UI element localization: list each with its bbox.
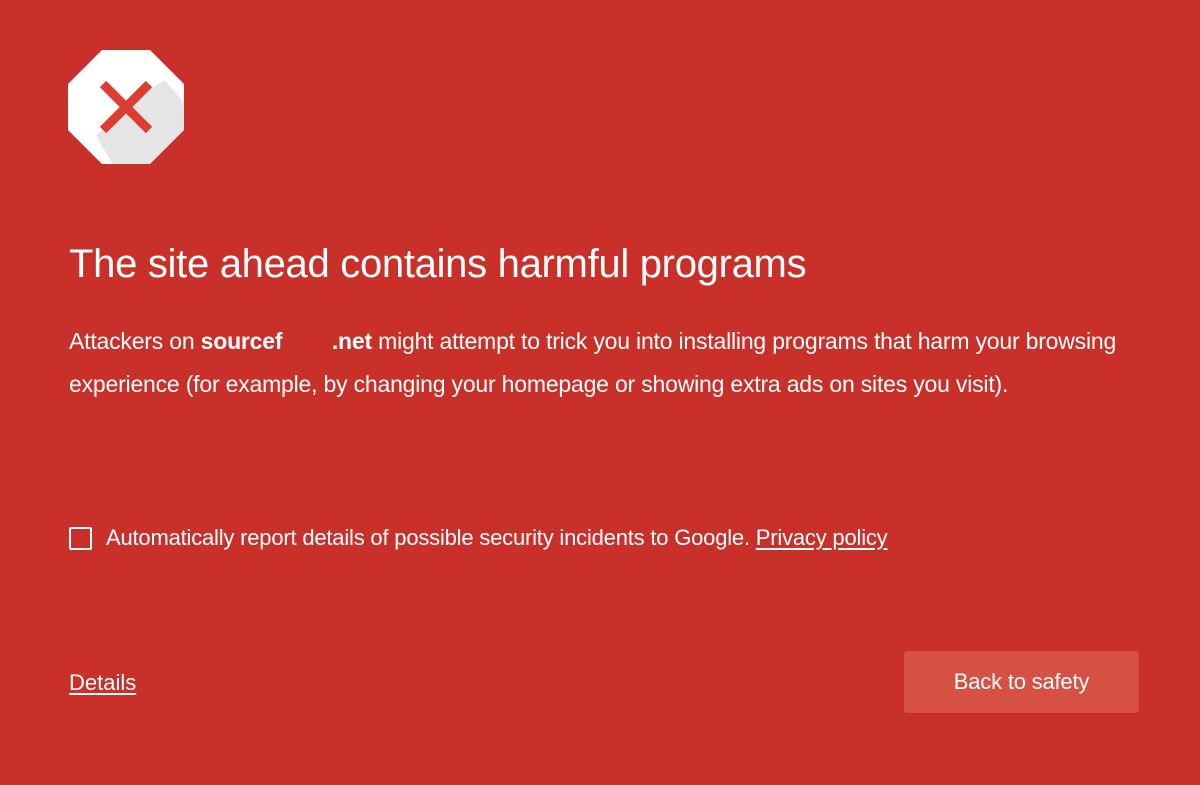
site-domain: sourcef .net — [200, 328, 372, 354]
report-label: Automatically report details of possible… — [106, 525, 756, 550]
interstitial-page: The site ahead contains harmful programs… — [0, 0, 1200, 785]
report-option: Automatically report details of possible… — [69, 520, 888, 556]
page-title: The site ahead contains harmful programs — [69, 242, 807, 286]
back-to-safety-button[interactable]: Back to safety — [904, 651, 1139, 713]
privacy-policy-link[interactable]: Privacy policy — [756, 525, 888, 551]
stop-sign-x-icon — [68, 50, 184, 164]
report-checkbox[interactable] — [69, 526, 92, 550]
warning-message: Attackers on sourcef .net might attempt … — [69, 320, 1129, 406]
message-prefix: Attackers on — [69, 328, 201, 354]
details-link[interactable]: Details — [69, 668, 136, 698]
